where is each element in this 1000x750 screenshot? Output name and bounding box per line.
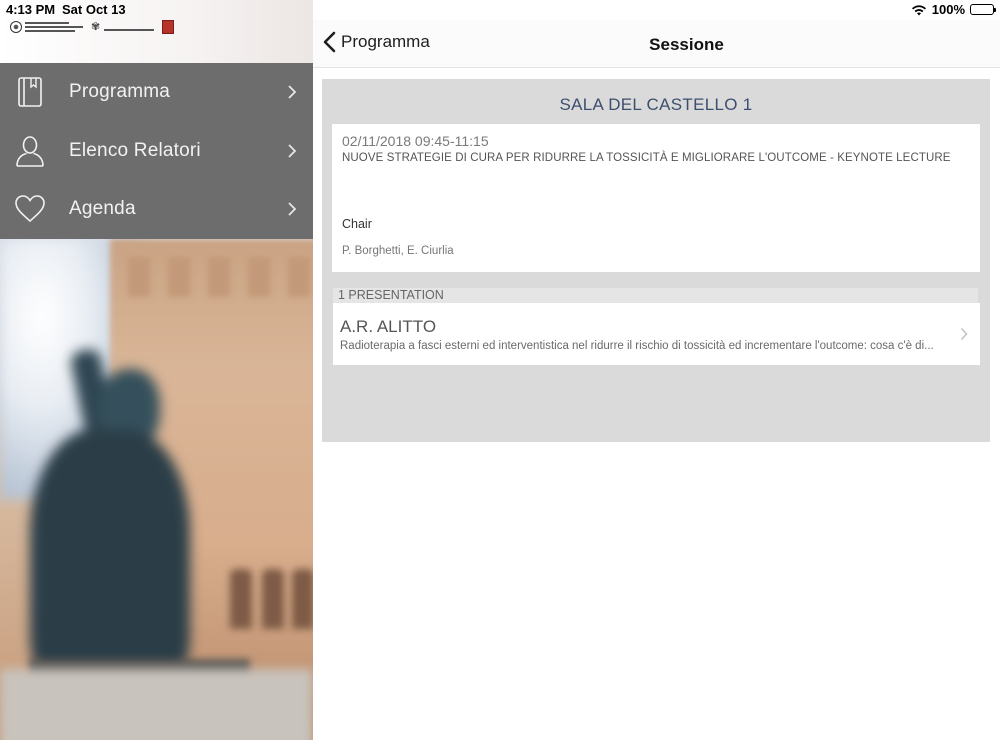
bottom-strip [0, 740, 1000, 750]
sidebar-item-label: Agenda [69, 198, 136, 220]
session-datetime: 02/11/2018 09:45-11:15 [342, 133, 489, 149]
status-time: 4:13 PM [6, 2, 56, 17]
person-icon [16, 136, 44, 167]
status-indicators: 100% [911, 2, 996, 17]
room-title: SALA DEL CASTELLO 1 [559, 95, 753, 114]
session-panel: SALA DEL CASTELLO 1 02/11/2018 09:45-11:… [322, 79, 990, 442]
navigation-bar: Programma Sessione [313, 20, 1000, 68]
chair-names: P. Borghetti, E. Ciurlia [342, 245, 454, 257]
city-crest-logo [162, 20, 174, 34]
sidebar-item-elenco-relatori[interactable]: Elenco Relatori [0, 122, 313, 181]
presentation-speaker: A.R. ALITTO [340, 317, 437, 336]
chevron-right-icon [288, 144, 297, 158]
battery-icon [970, 4, 996, 15]
status-bar: 4:13 PM Sat Oct 13 100% [0, 0, 1000, 20]
wifi-icon [911, 4, 926, 15]
sidebar-item-label: Elenco Relatori [69, 139, 201, 161]
association-logo [10, 21, 83, 33]
presentation-description: Radioterapia a fasci esterni ed interven… [340, 340, 934, 352]
sidebar-item-programma[interactable]: Programma [0, 63, 313, 122]
chair-label: Chair [342, 217, 372, 231]
chevron-right-icon [960, 327, 968, 341]
society-logo: ✾ [91, 21, 154, 33]
book-icon [18, 77, 42, 108]
sidebar-item-label: Programma [69, 81, 171, 103]
main-content: Programma Sessione SALA DEL CASTELLO 1 0… [313, 0, 1000, 750]
session-card: 02/11/2018 09:45-11:15 NUOVE STRATEGIE D… [332, 124, 980, 272]
sidebar: ✾ Programma Elenco Relatori Agenda [0, 0, 313, 740]
background-photo [0, 239, 313, 740]
sidebar-item-agenda[interactable]: Agenda [0, 180, 313, 239]
status-date: Sat Oct 13 [62, 2, 126, 17]
page-title: Sessione [649, 35, 724, 54]
battery-percentage: 100% [931, 2, 965, 17]
chevron-right-icon [288, 202, 297, 217]
list-item[interactable]: A.R. ALITTO Radioterapia a fasci esterni… [333, 303, 980, 365]
session-title: NUOVE STRATEGIE DI CURA PER RIDURRE LA T… [342, 152, 951, 164]
chevron-left-icon [323, 31, 336, 53]
presentations-header: 1 PRESENTATION [333, 288, 978, 303]
sidebar-menu: Programma Elenco Relatori Agenda [0, 63, 313, 239]
heart-icon [15, 195, 45, 223]
chevron-right-icon [288, 85, 297, 99]
